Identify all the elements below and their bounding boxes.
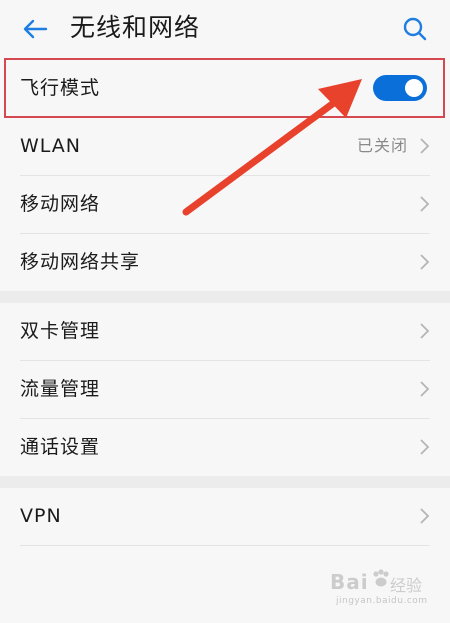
page-title: 无线和网络 bbox=[70, 13, 201, 42]
search-icon bbox=[403, 17, 427, 41]
mobile-network-row[interactable]: 移动网络 bbox=[0, 175, 450, 233]
baidu-watermark: Bai 经验 jingyan.baidu.com bbox=[330, 566, 442, 610]
data-usage-label: 流量管理 bbox=[20, 378, 101, 400]
call-settings-label: 通话设置 bbox=[20, 436, 101, 458]
call-settings-row[interactable]: 通话设置 bbox=[0, 418, 450, 476]
paw-icon bbox=[373, 569, 389, 587]
tethering-label: 移动网络共享 bbox=[20, 251, 141, 273]
chevron-right-icon bbox=[420, 439, 430, 455]
arrow-left-icon bbox=[23, 19, 48, 39]
chevron-right-icon bbox=[420, 138, 430, 154]
watermark-url: jingyan.baidu.com bbox=[336, 596, 428, 606]
airplane-mode-label: 飞行模式 bbox=[20, 77, 101, 99]
watermark-brand: Bai bbox=[330, 570, 369, 594]
dual-sim-label: 双卡管理 bbox=[20, 320, 101, 342]
back-button[interactable] bbox=[18, 12, 52, 46]
data-usage-row[interactable]: 流量管理 bbox=[0, 360, 450, 418]
dual-sim-row[interactable]: 双卡管理 bbox=[0, 302, 450, 360]
airplane-mode-toggle[interactable] bbox=[373, 75, 427, 101]
wlan-status: 已关闭 bbox=[356, 136, 408, 155]
divider bbox=[20, 545, 430, 546]
chevron-right-icon bbox=[420, 508, 430, 524]
vpn-row[interactable]: VPN bbox=[0, 487, 450, 545]
watermark-sub: 经验 bbox=[390, 576, 423, 595]
chevron-right-icon bbox=[420, 381, 430, 397]
tethering-row[interactable]: 移动网络共享 bbox=[0, 233, 450, 291]
search-button[interactable] bbox=[398, 12, 432, 46]
wlan-row[interactable]: WLAN 已关闭 bbox=[0, 117, 450, 175]
wlan-label: WLAN bbox=[20, 135, 82, 157]
mobile-network-label: 移动网络 bbox=[20, 193, 101, 215]
chevron-right-icon bbox=[420, 254, 430, 270]
app-header: 无线和网络 bbox=[0, 0, 450, 56]
vpn-label: VPN bbox=[20, 505, 62, 527]
toggle-knob bbox=[405, 79, 423, 97]
chevron-right-icon bbox=[420, 323, 430, 339]
chevron-right-icon bbox=[420, 196, 430, 212]
